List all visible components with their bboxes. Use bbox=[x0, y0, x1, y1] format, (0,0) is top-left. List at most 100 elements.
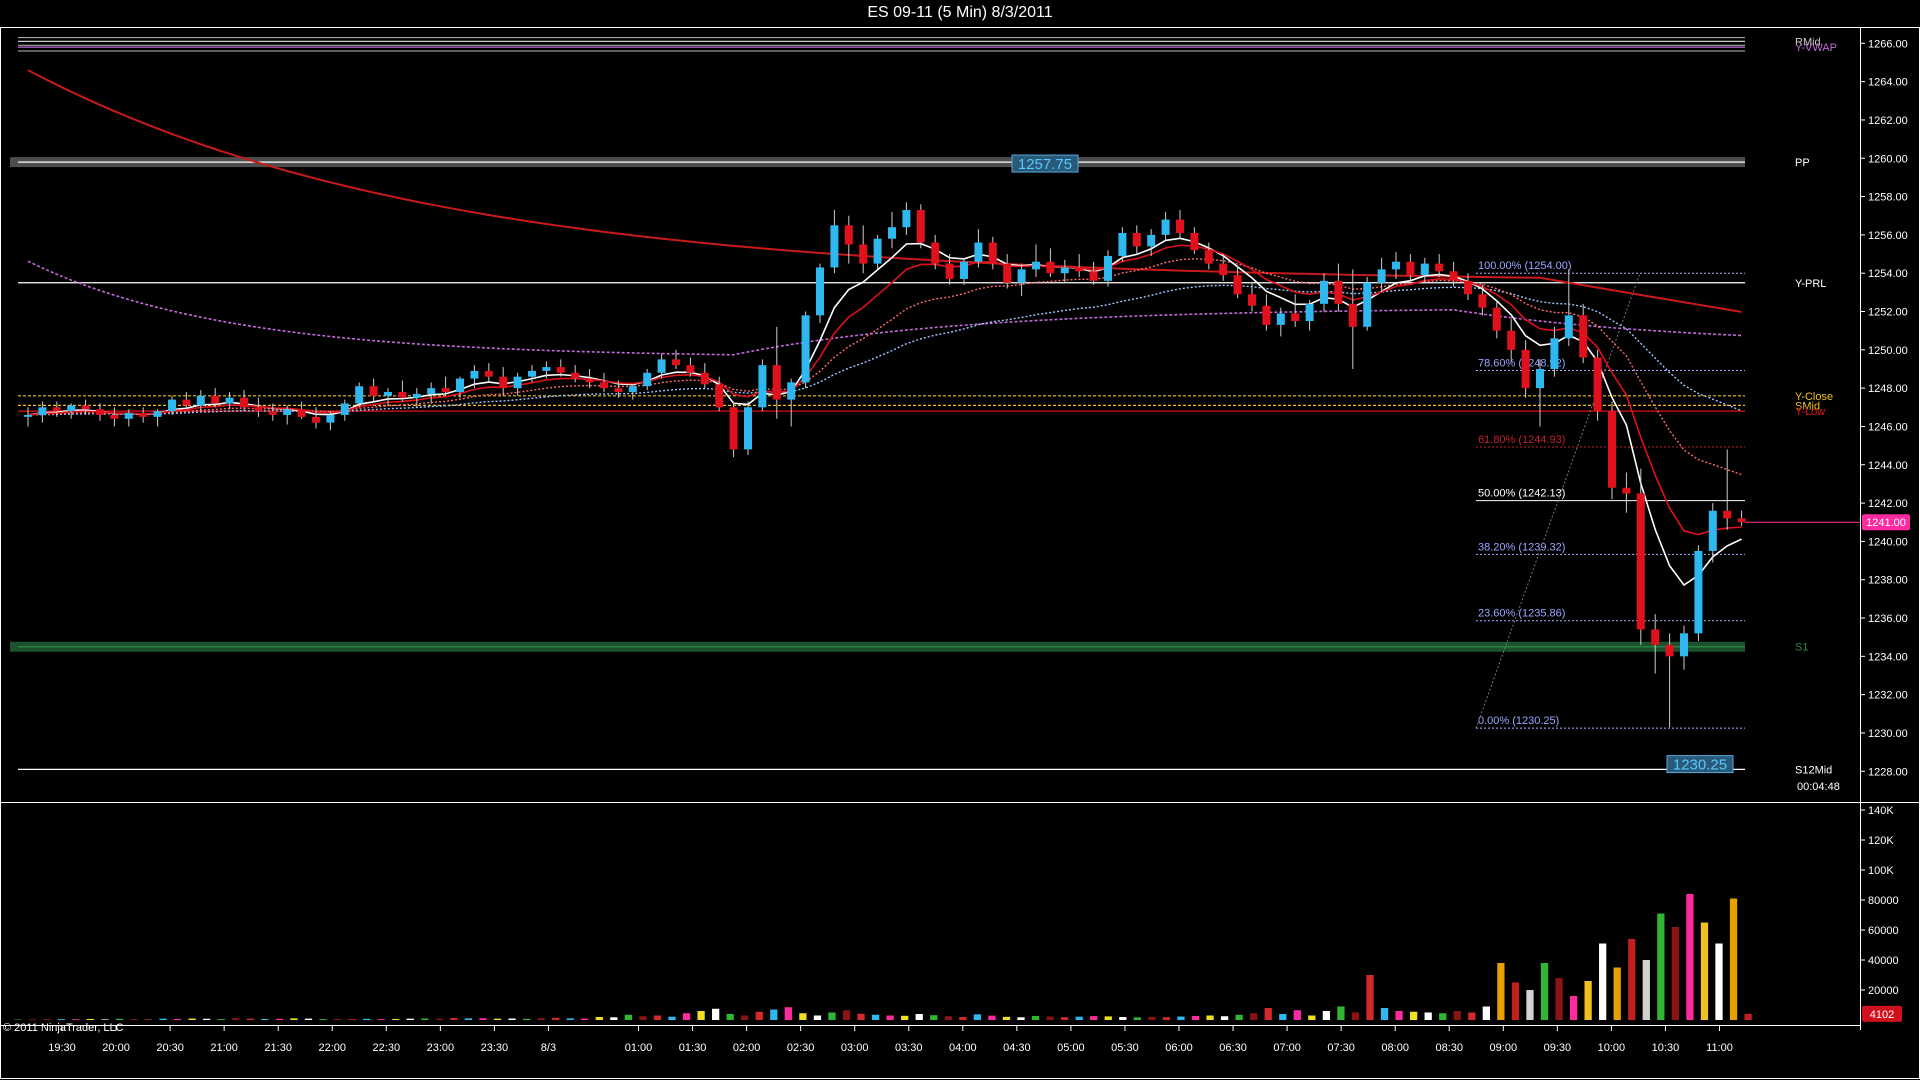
volume-bar bbox=[973, 1014, 982, 1020]
y-tick-label: 1262.00 bbox=[1868, 115, 1908, 127]
x-tick-label: 02:00 bbox=[733, 1042, 761, 1054]
volume-bar bbox=[871, 1014, 880, 1020]
y-tick-label: 1254.00 bbox=[1868, 268, 1908, 280]
volume-bar bbox=[1177, 1016, 1185, 1020]
candle-body bbox=[902, 209, 911, 228]
candle-body bbox=[628, 386, 637, 392]
volume-bar bbox=[1250, 1013, 1258, 1020]
x-tick-label: 02:30 bbox=[787, 1042, 815, 1054]
volume-bar bbox=[319, 1019, 327, 1020]
bar-timer: 00:04:48 bbox=[1797, 781, 1840, 793]
candle-body bbox=[513, 376, 522, 389]
volume-bar bbox=[988, 1015, 996, 1020]
volume-bar bbox=[1744, 1013, 1752, 1020]
candle-body bbox=[1003, 263, 1012, 283]
candle-body bbox=[398, 391, 407, 398]
volume-bar bbox=[1017, 1017, 1025, 1020]
x-tick-label: 03:00 bbox=[841, 1042, 869, 1054]
volume-bar bbox=[290, 1018, 298, 1020]
candle-body bbox=[1478, 294, 1487, 308]
y-tick-label: 1230.00 bbox=[1868, 728, 1908, 740]
volume-bar bbox=[246, 1018, 254, 1020]
volume-bar bbox=[1075, 1016, 1083, 1020]
volume-bar bbox=[1191, 1015, 1200, 1020]
candle-body bbox=[153, 411, 162, 417]
candle-body bbox=[830, 225, 839, 268]
candle-body bbox=[758, 365, 767, 408]
volume-tick-label: 60000 bbox=[1868, 925, 1899, 937]
volume-bar bbox=[101, 1019, 109, 1020]
volume-bar bbox=[1337, 1006, 1345, 1020]
fib-label: 61.80% (1244.93) bbox=[1478, 434, 1565, 446]
candle-body bbox=[427, 388, 436, 394]
volume-bar bbox=[1293, 1010, 1301, 1020]
volume-bar bbox=[1424, 1012, 1432, 1020]
chart-canvas[interactable]: 1266.00 1264.00 1262.00 1260.00 1258.00 1256.… bbox=[0, 0, 1920, 1080]
candle-body bbox=[844, 225, 853, 245]
candle-body bbox=[312, 416, 320, 423]
level-label: S1 bbox=[1795, 642, 1808, 654]
volume-bar bbox=[1366, 975, 1374, 1020]
y-tick-label: 1234.00 bbox=[1868, 651, 1908, 663]
volume-bar bbox=[304, 1018, 313, 1020]
candle-body bbox=[254, 407, 263, 412]
fib-label: 50.00% (1242.13) bbox=[1478, 488, 1565, 500]
volume-bar bbox=[1380, 1008, 1389, 1020]
y-tick-label: 1236.00 bbox=[1868, 613, 1908, 625]
volume-bar bbox=[1002, 1016, 1011, 1020]
candle-body bbox=[1593, 357, 1602, 412]
candle-body bbox=[686, 365, 695, 373]
volume-bar bbox=[275, 1018, 284, 1020]
candle-body bbox=[1017, 269, 1026, 283]
level-label: Y-PRL bbox=[1795, 278, 1826, 290]
candle-body bbox=[931, 242, 940, 264]
x-tick-label: 8/3 bbox=[541, 1042, 556, 1054]
candle-body bbox=[470, 370, 479, 379]
candle-body bbox=[1608, 411, 1616, 488]
volume-bar bbox=[668, 1016, 676, 1020]
candle-body bbox=[585, 378, 594, 383]
volume-bar bbox=[915, 1014, 923, 1020]
candle-body bbox=[240, 397, 248, 408]
candle-body bbox=[340, 403, 349, 415]
x-tick-label: 07:30 bbox=[1327, 1042, 1355, 1054]
volume-bar bbox=[1715, 943, 1723, 1020]
volume-tick-label: 100K bbox=[1868, 865, 1894, 877]
candle-body bbox=[297, 409, 306, 417]
candle-body bbox=[744, 407, 752, 450]
candle-body bbox=[1032, 261, 1040, 270]
volume-bar bbox=[1642, 960, 1650, 1020]
candle-body bbox=[384, 391, 392, 396]
volume-bar bbox=[1700, 922, 1709, 1020]
candle-body bbox=[1737, 518, 1746, 523]
candle-body bbox=[1262, 305, 1271, 325]
volume-bar bbox=[72, 1019, 80, 1020]
candle-body bbox=[1550, 338, 1559, 369]
candle-body bbox=[729, 407, 738, 450]
chart-frame bbox=[0, 27, 1920, 1079]
volume-bar bbox=[755, 1011, 763, 1020]
x-tick-label: 03:30 bbox=[895, 1042, 923, 1054]
candle-body bbox=[801, 315, 810, 383]
y-tick-label: 1228.00 bbox=[1868, 766, 1908, 778]
volume-bar bbox=[1395, 1011, 1403, 1020]
candle-body bbox=[859, 244, 868, 264]
volume-bar bbox=[508, 1018, 516, 1020]
candle-body bbox=[67, 405, 76, 412]
volume-bar bbox=[464, 1018, 473, 1020]
fib-label: 100.00% (1254.00) bbox=[1478, 260, 1572, 272]
candle-body bbox=[1176, 219, 1184, 233]
x-tick-label: 10:30 bbox=[1652, 1042, 1680, 1054]
volume-bar bbox=[130, 1019, 138, 1020]
y-tick-label: 1266.00 bbox=[1868, 38, 1908, 50]
x-tick-label: 01:30 bbox=[679, 1042, 707, 1054]
volume-bar bbox=[479, 1018, 487, 1020]
volume-bar bbox=[1555, 978, 1563, 1020]
candle-body bbox=[571, 372, 580, 379]
candle-body bbox=[1334, 280, 1343, 304]
x-tick-label: 23:00 bbox=[427, 1042, 455, 1054]
candle-body bbox=[945, 263, 954, 279]
volume-tick-label: 80000 bbox=[1868, 895, 1899, 907]
y-tick-label: 1238.00 bbox=[1868, 575, 1908, 587]
candle-body bbox=[268, 411, 277, 415]
